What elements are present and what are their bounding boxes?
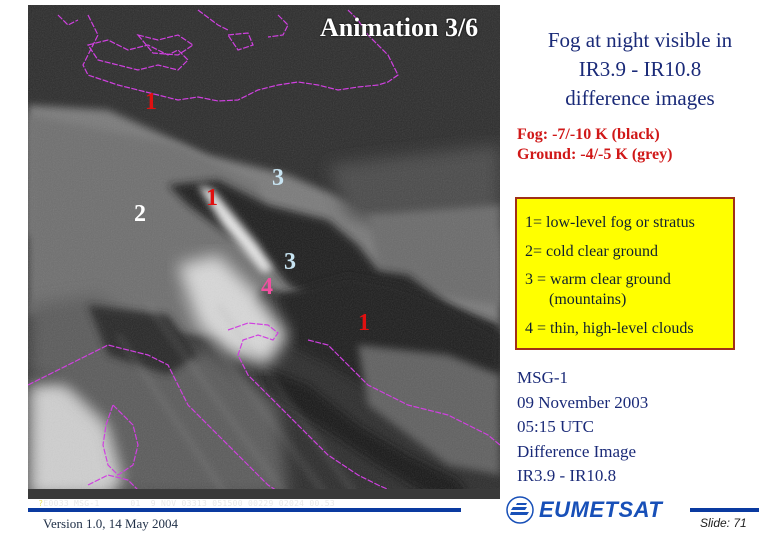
slide-rule — [690, 508, 759, 512]
legend-item-4: 4 = thin, high-level clouds — [525, 320, 694, 337]
strip-text: E0033 MSG-1 01 9 NOV 03313 051500 00229 … — [43, 499, 335, 508]
temperature-ranges: Fog: -7/-10 K (black) Ground: -4/-5 K (g… — [517, 125, 672, 165]
eumetsat-globe-icon — [506, 496, 534, 524]
label-fog-central: 1 — [206, 185, 218, 211]
satellite-image: Animation 3/6 1 1 1 2 3 3 4 — [28, 5, 500, 498]
label-fog-north: 1 — [145, 89, 157, 115]
animation-label: Animation 3/6 — [320, 13, 479, 42]
label-fog-southeast: 1 — [358, 310, 370, 336]
label-high-clouds: 4 — [261, 274, 273, 300]
legend-item-1: 1= low-level fog or stratus — [525, 214, 695, 231]
label-warm-ground-south: 3 — [284, 249, 296, 275]
info-satellite: MSG-1 — [517, 368, 569, 387]
legend-item-3-note: (mountains) — [549, 291, 627, 308]
legend-box: 1= low-level fog or stratus 2= cold clea… — [515, 197, 735, 350]
version-text: Version 1.0, 14 May 2004 — [43, 516, 179, 531]
label-cold-ground: 2 — [134, 201, 146, 227]
fog-temperature: Fog: -7/-10 K (black) — [517, 126, 660, 143]
legend-item-3: 3 = warm clear ground — [525, 271, 671, 288]
image-info-strip: ?E0033 MSG-1 01 9 NOV 03313 051500 00229… — [28, 489, 500, 508]
slide-heading: Fog at night visible in IR3.9 - IR10.8 d… — [512, 26, 768, 113]
eumetsat-logo: EUMETSAT — [505, 495, 662, 525]
slide-number: Slide: 71 — [700, 516, 747, 530]
info-date: 09 November 2003 — [517, 392, 649, 412]
satellite-texture — [28, 5, 500, 498]
legend-item-2: 2= cold clear ground — [525, 243, 658, 260]
image-info: MSG-1 09 November 2003 05:15 UTC Differe… — [517, 366, 648, 489]
footer-rule — [28, 508, 461, 512]
info-product: Difference Image — [517, 441, 637, 461]
heading-line: IR3.9 - IR10.8 — [578, 57, 702, 81]
info-channels: IR3.9 - IR10.8 — [517, 466, 617, 485]
ground-temperature: Ground: -4/-5 K (grey) — [517, 146, 673, 163]
logo-text: EUMETSAT — [539, 497, 663, 522]
heading-line: difference images — [565, 86, 715, 110]
heading-line: Fog at night visible in — [547, 28, 733, 52]
info-time: 05:15 UTC — [517, 417, 594, 436]
label-warm-ground-north: 3 — [272, 165, 284, 191]
